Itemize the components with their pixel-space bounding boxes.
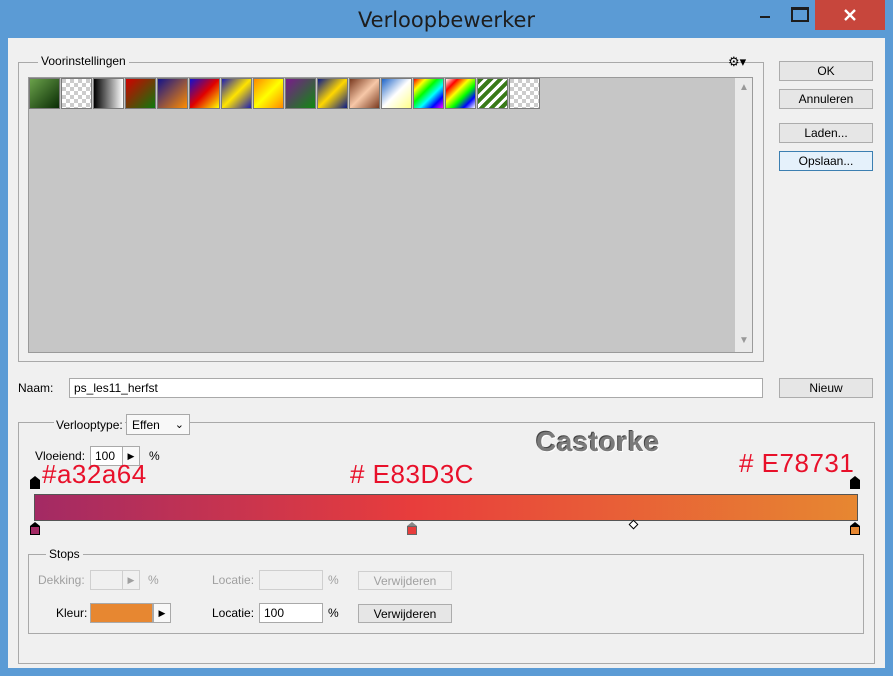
minimize-icon: [760, 16, 770, 18]
preset-swatch[interactable]: [125, 78, 156, 109]
color-location-percent: %: [328, 606, 339, 620]
scroll-up-icon[interactable]: ▲: [739, 82, 749, 93]
preset-swatch[interactable]: [477, 78, 508, 109]
preset-swatch[interactable]: [413, 78, 444, 109]
opacity-location-label: Locatie:: [212, 573, 255, 587]
presets-panel: ▲ ▼: [28, 77, 753, 353]
preset-swatch[interactable]: [349, 78, 380, 109]
opacity-stop-left[interactable]: [30, 476, 40, 490]
watermark-text: Castorke: [536, 426, 660, 457]
annotation-right-color: # E78731: [739, 448, 855, 478]
close-button[interactable]: [815, 0, 885, 30]
color-stop-left[interactable]: [30, 522, 40, 536]
preset-swatch[interactable]: [317, 78, 348, 109]
gradient-type-value: Effen: [132, 417, 160, 432]
opacity-delete-button[interactable]: Verwijderen: [358, 571, 452, 590]
preset-swatch[interactable]: [29, 78, 60, 109]
preset-swatch[interactable]: [61, 78, 92, 109]
annotation-middle-color: # E83D3C: [350, 459, 474, 489]
preset-swatch[interactable]: [445, 78, 476, 109]
opacity-stop-right[interactable]: [850, 476, 860, 490]
save-button[interactable]: Opslaan...: [779, 151, 873, 171]
color-location-label: Locatie:: [212, 606, 255, 620]
color-location-input[interactable]: 100: [259, 603, 323, 623]
preset-swatch[interactable]: [253, 78, 284, 109]
preset-swatch[interactable]: [509, 78, 540, 109]
maximize-button[interactable]: [786, 0, 814, 28]
ok-button[interactable]: OK: [779, 61, 873, 81]
opacity-label: Dekking:: [38, 573, 85, 587]
color-stop-right[interactable]: [850, 522, 860, 536]
scroll-down-icon[interactable]: ▼: [739, 335, 749, 346]
preset-swatch[interactable]: [189, 78, 220, 109]
stops-label: Stops: [46, 547, 83, 561]
gear-icon[interactable]: ⚙▾: [728, 54, 746, 70]
name-input[interactable]: ps_les11_herfst: [69, 378, 763, 398]
opacity-input[interactable]: [90, 570, 123, 590]
title-bar: Verloopbewerker: [0, 0, 893, 38]
preset-swatch[interactable]: [285, 78, 316, 109]
color-arrow-icon[interactable]: ▶: [153, 603, 171, 623]
opacity-location-input[interactable]: [259, 570, 323, 590]
preset-swatch[interactable]: [221, 78, 252, 109]
color-label: Kleur:: [56, 606, 88, 620]
maximize-icon: [791, 6, 809, 22]
presets-label: Voorinstellingen: [38, 54, 129, 68]
dialog-body: Voorinstellingen ⚙▾ ▲ ▼ OK Annuleren Lad…: [8, 38, 885, 668]
new-button[interactable]: Nieuw: [779, 378, 873, 398]
preset-swatch[interactable]: [381, 78, 412, 109]
gradient-bar[interactable]: [34, 494, 858, 521]
preset-swatch[interactable]: [157, 78, 188, 109]
smoothness-percent: %: [149, 449, 160, 463]
preset-swatch[interactable]: [93, 78, 124, 109]
opacity-location-percent: %: [328, 573, 339, 587]
name-label: Naam:: [18, 381, 54, 395]
gradient-type-label: Verlooptype:: [54, 418, 125, 432]
close-icon: [844, 9, 856, 21]
load-button[interactable]: Laden...: [779, 123, 873, 143]
color-delete-button[interactable]: Verwijderen: [358, 604, 452, 623]
annotation-left-color: #a32a64: [42, 459, 147, 489]
chevron-down-icon: ⌄: [174, 419, 184, 431]
stop-color-swatch[interactable]: [90, 603, 153, 623]
opacity-percent: %: [148, 573, 159, 587]
minimize-button[interactable]: [742, 0, 788, 28]
gradient-type-select[interactable]: Effen ⌄: [126, 414, 190, 435]
presets-scrollbar[interactable]: ▲ ▼: [735, 78, 752, 352]
color-stop-middle[interactable]: [407, 522, 417, 536]
gradient-editor-window: Verloopbewerker Voorinstellingen ⚙▾ ▲ ▼ …: [0, 0, 893, 676]
opacity-arrow-icon[interactable]: ▶: [122, 570, 140, 590]
cancel-button[interactable]: Annuleren: [779, 89, 873, 109]
